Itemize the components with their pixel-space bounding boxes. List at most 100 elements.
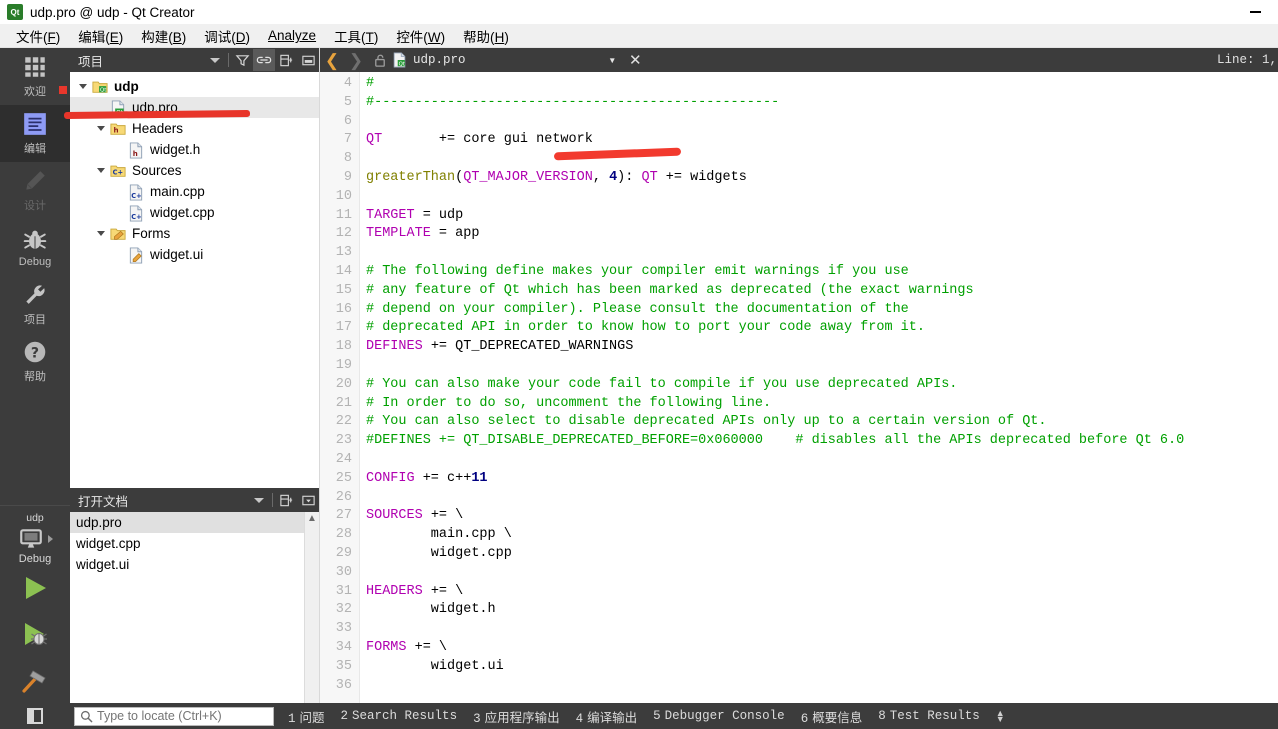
- tree-item-udp-pro[interactable]: Qt udp.pro: [70, 97, 319, 118]
- line-number: 7: [343, 132, 352, 148]
- run-button[interactable]: [0, 565, 70, 611]
- mode-0[interactable]: 欢迎: [0, 48, 70, 105]
- line-number: 34: [335, 639, 352, 655]
- mode-5[interactable]: ? 帮助: [0, 333, 70, 390]
- tree-item-widget-ui[interactable]: widget.ui: [70, 244, 319, 265]
- tree-item-widget-h[interactable]: h widget.h: [70, 139, 319, 160]
- code-token: SOURCES: [366, 508, 423, 524]
- opendocs-scrollbar[interactable]: ▲: [304, 512, 319, 703]
- expand-arrow-icon[interactable]: [92, 231, 110, 236]
- output-pane-label: 问题: [299, 711, 325, 726]
- code-line: TARGET = udp: [366, 207, 1278, 226]
- output-pane-button[interactable]: 1 问题: [288, 707, 325, 726]
- open-documents-list[interactable]: udp.pro widget.cpp widget.ui ▲: [70, 512, 319, 703]
- green-play-icon: [26, 577, 46, 599]
- filter-button[interactable]: [231, 49, 253, 71]
- open-document-label: widget.cpp: [76, 536, 141, 551]
- line-number: 21: [335, 395, 352, 411]
- menu-bar: 文件(F) 编辑(E) 构建(B) 调试(D) Analyze 工具(T) 控件(W) 帮助(…: [0, 24, 1278, 48]
- locator-text-field[interactable]: [97, 709, 262, 723]
- mode-3[interactable]: Debug: [0, 219, 70, 276]
- tree-item-main-cpp[interactable]: C+ main.cpp: [70, 181, 319, 202]
- expand-arrow-icon[interactable]: [92, 168, 110, 173]
- menu-window[interactable]: 控件(W): [387, 24, 454, 48]
- mode-2[interactable]: 设计: [0, 162, 70, 219]
- tree-item-udp[interactable]: Qt udp: [70, 76, 319, 97]
- svg-text:C+: C+: [113, 168, 123, 176]
- open-document-item[interactable]: widget.cpp: [70, 533, 319, 554]
- kit-expand-arrow-icon: [47, 535, 53, 543]
- open-document-item[interactable]: udp.pro: [70, 512, 319, 533]
- line-number: 36: [335, 677, 352, 693]
- project-filter-dropdown[interactable]: [204, 49, 226, 71]
- split-button[interactable]: [275, 489, 297, 511]
- chevron-down-icon[interactable]: ▾: [608, 52, 616, 68]
- menu-help[interactable]: 帮助(H): [454, 24, 518, 48]
- project-tree[interactable]: Qt udp Qt udp.pro h Headers h widget.h C+ Sources…: [70, 72, 319, 488]
- output-pane-button[interactable]: 3 应用程序输出: [473, 707, 560, 726]
- output-pane-button[interactable]: 2 Search Results: [341, 709, 458, 723]
- menu-file[interactable]: 文件(F): [7, 24, 69, 48]
- code-text[interactable]: # #--------------------------------------…: [360, 72, 1278, 703]
- line-number: 25: [335, 470, 352, 486]
- unlocked-padlock-icon: [375, 54, 385, 67]
- opendocs-dock-title: 打开文档: [78, 494, 129, 509]
- output-pane-button[interactable]: 8 Test Results: [878, 709, 980, 723]
- close-editor-button[interactable]: ✕: [622, 53, 649, 68]
- output-pane-number: 3: [473, 711, 481, 726]
- menu-analyze[interactable]: Analyze: [259, 26, 325, 45]
- expand-arrow-icon[interactable]: [74, 84, 92, 89]
- tree-item-widget-cpp[interactable]: C+ widget.cpp: [70, 202, 319, 223]
- window-controls: [1232, 0, 1278, 24]
- tree-item-forms[interactable]: Forms: [70, 223, 319, 244]
- output-pane-label: 应用程序输出: [484, 711, 560, 726]
- tree-item-headers[interactable]: h Headers: [70, 118, 319, 139]
- code-token: = udp: [414, 207, 464, 223]
- menu-edit[interactable]: 编辑(E): [69, 24, 132, 48]
- chevron-down-icon: [254, 497, 264, 503]
- kit-selector[interactable]: udp Debug: [0, 505, 70, 565]
- close-dock-button[interactable]: [297, 49, 319, 71]
- line-number: 19: [335, 357, 352, 373]
- close-dock-button[interactable]: [297, 489, 319, 511]
- mode-1[interactable]: 编辑: [0, 105, 70, 162]
- menu-tools[interactable]: 工具(T): [325, 24, 387, 48]
- chevron-down-icon: [210, 57, 220, 63]
- code-line: widget.ui: [366, 658, 1278, 677]
- sidebar-toggle-button[interactable]: [0, 708, 70, 724]
- line-number: 9: [343, 169, 352, 185]
- tree-item-sources[interactable]: C+ Sources: [70, 160, 319, 181]
- menu-debug[interactable]: 调试(D): [195, 24, 259, 48]
- debug-run-button[interactable]: [0, 611, 70, 657]
- code-line: #: [366, 75, 1278, 94]
- output-pane-button[interactable]: 4 编译输出: [576, 707, 638, 726]
- menu-build[interactable]: 构建(B): [132, 24, 195, 48]
- link-icon: [256, 56, 272, 64]
- sync-editor-button[interactable]: [253, 49, 275, 71]
- cpp-file-icon: C+: [128, 204, 144, 222]
- expand-arrow-icon[interactable]: [92, 126, 110, 131]
- lock-toggle-button[interactable]: [368, 48, 392, 72]
- scroll-up-arrow-icon[interactable]: ▲: [307, 512, 317, 526]
- cpp-file-icon: C+: [128, 183, 144, 201]
- navigate-back-button[interactable]: ❮: [320, 48, 344, 72]
- editor-file-combo[interactable]: Qt udp.pro ▾: [392, 48, 622, 72]
- output-pane-button[interactable]: 6 概要信息: [801, 707, 863, 726]
- navigate-forward-button[interactable]: ❯: [344, 48, 368, 72]
- mode-4[interactable]: 项目: [0, 276, 70, 333]
- split-button[interactable]: [275, 49, 297, 71]
- output-pane-button[interactable]: 5 Debugger Console: [653, 709, 785, 723]
- locator-input[interactable]: [74, 706, 274, 726]
- mode-label: 帮助: [24, 371, 46, 383]
- line-number: 33: [335, 621, 352, 637]
- open-document-item[interactable]: widget.ui: [70, 554, 319, 575]
- line-number: 17: [335, 320, 352, 336]
- minimize-button[interactable]: [1232, 0, 1278, 24]
- opendocs-dropdown[interactable]: [248, 489, 270, 511]
- up-down-arrows-icon[interactable]: ▲ ▼: [996, 709, 1005, 724]
- build-button[interactable]: [0, 657, 70, 703]
- editor-filename: udp.pro: [413, 53, 466, 67]
- code-token: += \: [406, 639, 448, 655]
